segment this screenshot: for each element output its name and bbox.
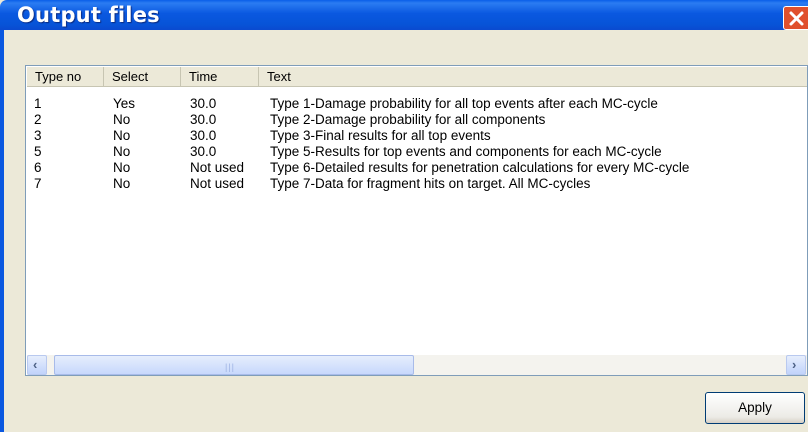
- scroll-left-button[interactable]: ‹: [27, 355, 47, 375]
- output-files-list[interactable]: Type no Select Time Text 1 Yes 30.0 Type…: [25, 65, 808, 376]
- cell-time: 30.0: [190, 128, 217, 143]
- cell-type-no: 6: [34, 160, 42, 175]
- title-bar[interactable]: Output files: [0, 0, 808, 30]
- cell-select: No: [113, 112, 131, 127]
- column-header-time[interactable]: Time: [181, 67, 259, 86]
- table-row[interactable]: 7 No Not used Type 7-Data for fragment h…: [27, 176, 807, 192]
- table-row[interactable]: 1 Yes 30.0 Type 1-Damage probability for…: [27, 96, 807, 112]
- arrow-left-icon: ‹: [33, 357, 38, 372]
- table-row[interactable]: 5 No 30.0 Type 5-Results for top events …: [27, 144, 807, 160]
- cell-type-no: 2: [34, 112, 42, 127]
- cell-time: Not used: [190, 160, 245, 175]
- table-row[interactable]: 3 No 30.0 Type 3-Final results for all t…: [27, 128, 807, 144]
- apply-button[interactable]: Apply: [705, 392, 805, 424]
- cell-select: Yes: [113, 96, 136, 111]
- list-header: Type no Select Time Text: [27, 67, 807, 87]
- cell-select: No: [113, 160, 131, 175]
- output-files-dialog: Output files Type no Select Time Text 1 …: [0, 0, 808, 432]
- cell-select: No: [113, 128, 131, 143]
- cell-type-no: 5: [34, 144, 42, 159]
- cell-select: No: [113, 176, 131, 191]
- column-header-type-no[interactable]: Type no: [27, 67, 104, 86]
- window-border: [0, 30, 4, 432]
- grip-icon: |||: [225, 362, 236, 372]
- close-icon: [789, 11, 804, 26]
- arrow-right-icon: ›: [792, 357, 797, 372]
- cell-time: Not used: [190, 176, 245, 191]
- window-title: Output files: [17, 3, 160, 27]
- scroll-right-button[interactable]: ›: [786, 355, 806, 375]
- cell-text: Type 7-Data for fragment hits on target.…: [270, 176, 591, 191]
- cell-type-no: 1: [34, 96, 42, 111]
- table-row[interactable]: 2 No 30.0 Type 2-Damage probability for …: [27, 112, 807, 128]
- cell-select: No: [113, 144, 131, 159]
- cell-type-no: 3: [34, 128, 42, 143]
- cell-text: Type 2-Damage probability for all compon…: [270, 112, 546, 127]
- cell-text: Type 3-Final results for all top events: [270, 128, 491, 143]
- cell-time: 30.0: [190, 144, 217, 159]
- table-row[interactable]: 6 No Not used Type 6-Detailed results fo…: [27, 160, 807, 176]
- cell-type-no: 7: [34, 176, 42, 191]
- cell-time: 30.0: [190, 96, 217, 111]
- cell-text: Type 5-Results for top events and compon…: [270, 144, 662, 159]
- cell-text: Type 6-Detailed results for penetration …: [270, 160, 690, 175]
- close-button[interactable]: [783, 6, 808, 30]
- horizontal-scrollbar[interactable]: ‹ ||| ›: [27, 355, 807, 375]
- column-header-select[interactable]: Select: [104, 67, 181, 86]
- column-header-text[interactable]: Text: [259, 67, 807, 86]
- scrollbar-thumb[interactable]: |||: [54, 355, 414, 375]
- cell-text: Type 1-Damage probability for all top ev…: [270, 96, 658, 111]
- cell-time: 30.0: [190, 112, 217, 127]
